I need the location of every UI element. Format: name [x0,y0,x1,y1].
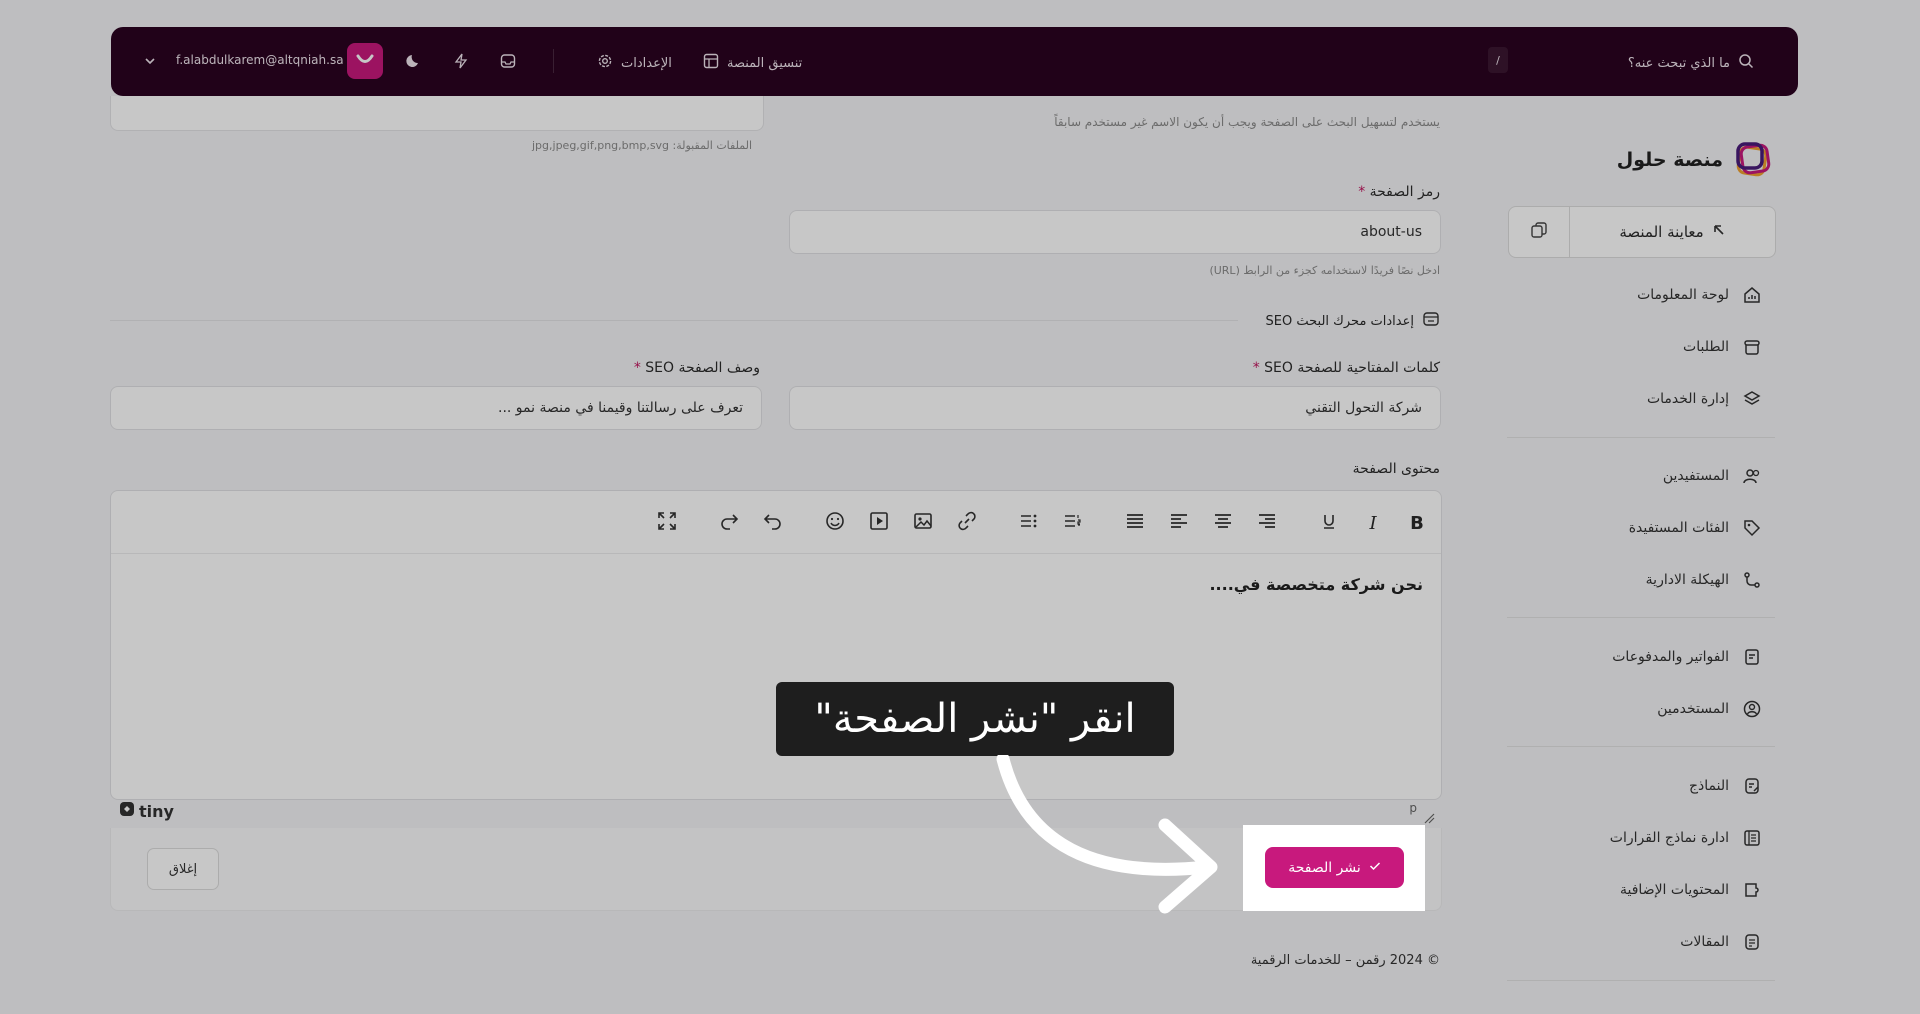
publish-label: نشر الصفحة [1288,859,1361,876]
publish-page-button[interactable]: نشر الصفحة [1265,847,1404,888]
tutorial-arrow-icon [996,755,1218,914]
tutorial-overlay [0,0,1920,1014]
check-icon [1369,860,1381,876]
tutorial-callout: انقر "نشر الصفحة" [776,682,1174,756]
